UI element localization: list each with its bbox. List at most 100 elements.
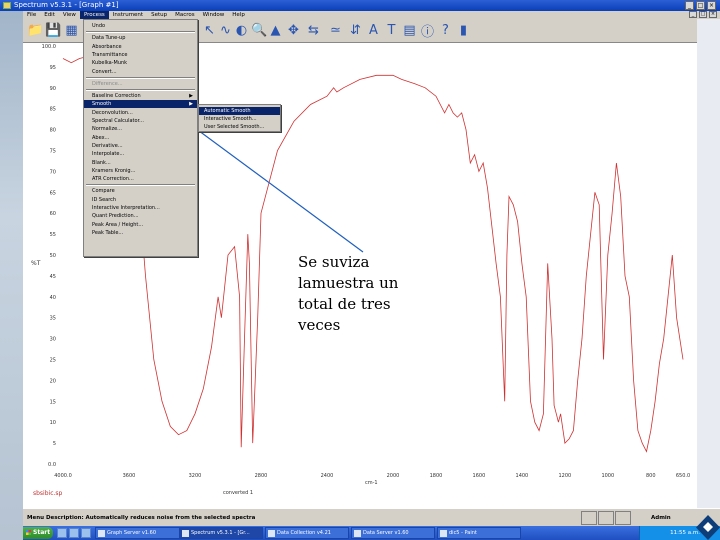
y-tick-label: 95 [50,65,56,71]
task-app-icon [268,530,275,537]
flip-icon[interactable]: ⇵ [347,22,364,39]
menu-window[interactable]: Window [199,11,229,19]
minimize-button[interactable]: _ [685,1,694,10]
status-bar: Menu Description: Automatically reduces … [23,508,720,526]
menu-item-spectral-calculator[interactable]: Spectral Calculator... [84,117,197,125]
cursor-icon[interactable]: ↖ [201,22,218,39]
label-text-icon[interactable]: T [383,22,400,39]
menu-item-undo[interactable]: Undo [84,22,197,30]
menu-item-baseline-correction[interactable]: Baseline Correction ▶ [84,92,197,100]
task-data-collection[interactable]: Data Collection v4.21 [265,527,349,539]
baseline-icon[interactable]: ≃ [327,22,344,39]
x-tick-label: 3200 [189,473,202,479]
menu-item-automatic-smooth[interactable]: Automatic Smooth [199,107,280,115]
menu-item-interpolate[interactable]: Interpolate... [84,150,197,158]
instrument-icon[interactable]: ▦ [63,22,80,39]
menu-item-peak-table[interactable]: Peak Table... [84,229,197,237]
menu-item-deconvolution[interactable]: Deconvolution... [84,109,197,117]
menu-bar: File Edit View Process Instrument Setup … [23,11,697,19]
menu-item-label: Smooth [92,101,112,108]
menu-instrument[interactable]: Instrument [109,11,147,19]
quicklaunch-media-icon[interactable] [81,528,91,538]
menu-item-blank[interactable]: Blank... [84,159,197,167]
y-tick-label: 25 [50,358,56,364]
menu-item-user-selected-smooth[interactable]: User Selected Smooth... [199,123,280,131]
menu-item-interactive-interpretation[interactable]: Interactive Interpretation... [84,204,197,212]
y-tick-label: 5 [53,441,56,447]
menu-item-convert[interactable]: Convert... [84,68,197,76]
annotation-text: Se suviza lamuestra un total de tres vec… [298,252,418,336]
menu-item-absorbance[interactable]: Absorbance [84,43,197,51]
table-icon[interactable]: ▤ [401,22,418,39]
doc-close-button[interactable]: × [709,11,717,18]
menu-item-smooth[interactable]: Smooth ▶ [84,100,197,109]
peak-label-icon[interactable]: ▲ [267,22,284,39]
doc-minimize-button[interactable]: _ [689,11,697,18]
save-icon[interactable]: 💾 [45,22,62,39]
close-button[interactable]: × [707,1,716,10]
task-app-icon [440,530,447,537]
scale-icon[interactable]: ⇆ [305,22,322,39]
x-tick-label: 1000 [601,473,614,479]
menu-item-data-tune-up[interactable]: Data Tune-up [84,34,197,42]
menu-help[interactable]: Help [228,11,249,19]
move-icon[interactable]: ✥ [285,22,302,39]
menu-item-derivative[interactable]: Derivative... [84,142,197,150]
task-label: Graph Server v1.60 [107,530,157,536]
menu-process[interactable]: Process [79,11,109,19]
quicklaunch-ie-icon[interactable] [57,528,67,538]
menu-item-label: Kubelka-Munk [92,60,128,67]
open-file-icon[interactable]: 📁 [27,22,44,39]
menu-item-transmittance[interactable]: Transmittance [84,51,197,59]
spectrum-view-icon[interactable]: ∿ [217,22,234,39]
y-tick-label: 75 [50,149,56,155]
menu-item-compare[interactable]: Compare [84,187,197,195]
menu-item-label: Abex... [92,134,110,141]
spectrum-caption: converted 1 [223,490,254,496]
task-paint[interactable]: dic5 - Paint [437,527,521,539]
info-icon[interactable]: ⓘ [419,22,436,40]
menu-item-abex[interactable]: Abex... [84,134,197,142]
submenu-arrow-icon: ▶ [189,93,193,100]
x-tick-label: 1400 [516,473,529,479]
menu-view[interactable]: View [59,11,80,19]
task-spectrum[interactable]: Spectrum v5.3.1 - [Gr... [179,527,263,539]
menu-item-label: Transmittance [92,51,128,58]
spectrum-filename[interactable]: sbsibic.sp [33,490,62,497]
task-data-server[interactable]: Data Server v1.60 [351,527,435,539]
menu-item-label: Baseline Correction [92,93,141,100]
menu-description: Menu Description: Automatically reduces … [27,509,255,527]
help-icon[interactable]: ? [437,22,454,39]
doc-restore-button[interactable]: □ [699,11,707,18]
slide-right-strip [697,18,720,508]
menu-item-normalize[interactable]: Normalize... [84,125,197,133]
zoom-icon[interactable]: 🔍 [251,22,268,39]
menu-item-label: Kramers Kronig... [92,167,136,174]
annotation-line: lamuestra un [298,274,399,292]
menu-setup[interactable]: Setup [147,11,171,19]
window-title: Spectrum v5.3.1 - [Graph #1] [14,1,119,9]
menu-item-kubelka-munk[interactable]: Kubelka-Munk [84,59,197,67]
start-button[interactable]: Start [23,527,53,539]
clock: 11:55 a.m. [670,530,700,536]
menu-item-kramers-kronig[interactable]: Kramers Kronig... [84,167,197,175]
menu-item-quant-prediction[interactable]: Quant Prediction... [84,212,197,220]
task-app-icon [182,530,189,537]
menu-separator [86,89,195,92]
menu-item-id-search[interactable]: ID Search [84,196,197,204]
menu-item-label: Undo [92,23,106,29]
quicklaunch-desktop-icon[interactable] [69,528,79,538]
text-annotate-icon[interactable]: A [365,22,382,39]
report-icon[interactable]: ▮ [455,22,472,39]
menu-item-atr-correction[interactable]: ATR Correction... [84,175,197,183]
x-tick-label: 2000 [387,473,400,479]
overlay-icon[interactable]: ◐ [233,22,250,39]
maximize-button[interactable]: □ [696,1,705,10]
menu-file[interactable]: File [23,11,40,19]
menu-item-label: Normalize... [92,126,122,133]
menu-item-peak-area-height[interactable]: Peak Area / Height... [84,221,197,229]
menu-macros[interactable]: Macros [171,11,199,19]
menu-edit[interactable]: Edit [40,11,59,19]
menu-item-difference[interactable]: Difference... [84,80,197,88]
menu-item-interactive-smooth[interactable]: Interactive Smooth... [199,115,280,123]
